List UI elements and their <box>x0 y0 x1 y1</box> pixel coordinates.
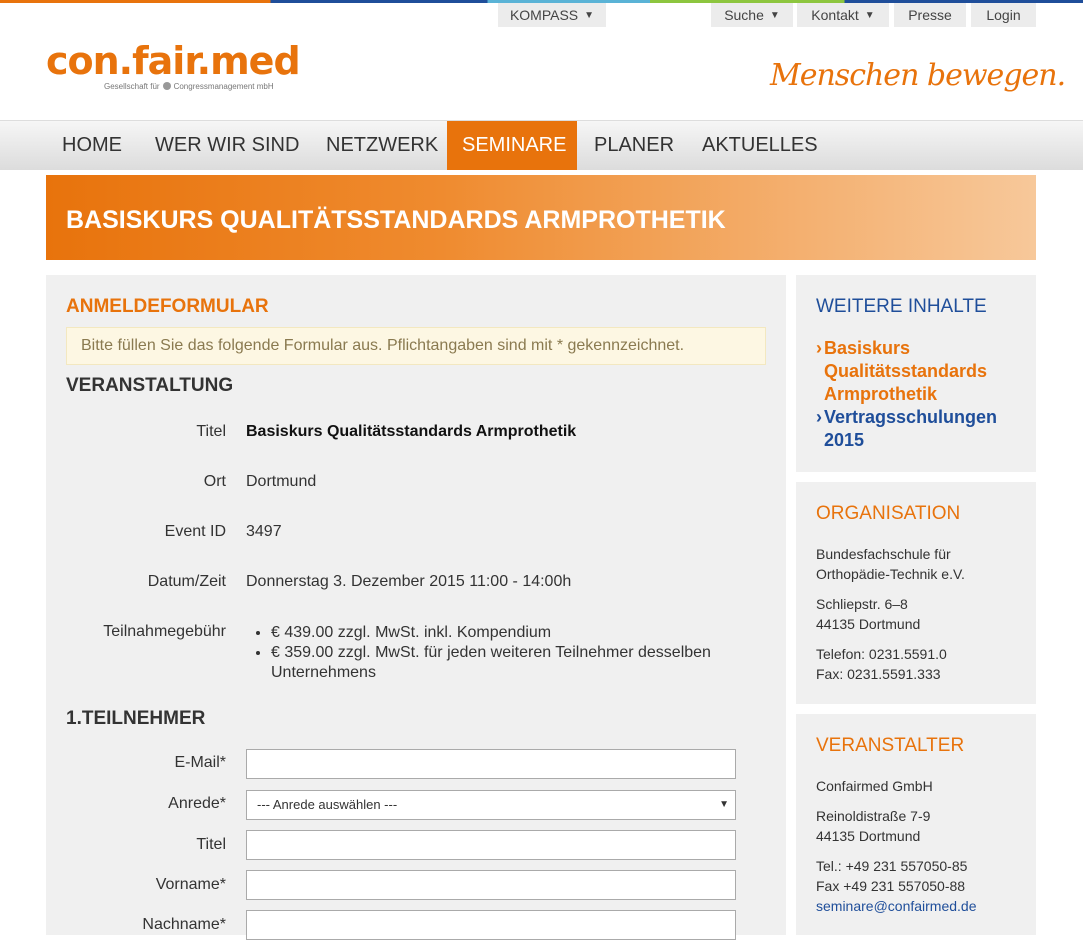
titel-label: Titel <box>196 836 226 853</box>
form-heading: ANMELDEFORMULAR <box>66 296 269 317</box>
fee-item: € 359.00 zzgl. MwSt. für jeden weiteren … <box>271 643 751 683</box>
event-title-label: Titel <box>196 423 226 440</box>
veranstalter-address: Reinoldistraße 7-9 44135 Dortmund <box>816 808 931 844</box>
kontakt-dropdown[interactable]: Kontakt ▼ <box>797 3 889 27</box>
sidebar-link-basiskurs[interactable]: › Basiskurs Qualitätsstandards Armprothe… <box>816 337 987 406</box>
sidebar-organisation: ORGANISATION Bundesfachschule für Orthop… <box>796 482 1036 704</box>
sidebar-veranstalter: VERANSTALTER Confairmed GmbH Reinoldistr… <box>796 714 1036 935</box>
email-field[interactable] <box>246 749 736 779</box>
nav-aktuelles[interactable]: AKTUELLES <box>687 121 833 170</box>
anrede-label: Anrede* <box>168 795 226 812</box>
veranstalter-name: Confairmed GmbH <box>816 778 933 794</box>
anrede-select[interactable]: --- Anrede auswählen --- ▼ <box>246 790 736 820</box>
nav-home[interactable]: HOME <box>47 121 137 170</box>
main-nav: HOME WER WIR SIND NETZWERK SEMINARE PLAN… <box>0 120 1083 170</box>
organisation-heading: ORGANISATION <box>816 503 961 524</box>
suche-dropdown[interactable]: Suche ▼ <box>711 3 793 27</box>
anrede-selected-value: --- Anrede auswählen --- <box>257 797 398 812</box>
nav-netzwerk[interactable]: NETZWERK <box>311 121 453 170</box>
email-label: E-Mail* <box>174 754 226 771</box>
event-datetime-value: Donnerstag 3. Dezember 2015 11:00 - 14:0… <box>246 573 572 590</box>
event-heading: VERANSTALTUNG <box>66 375 234 396</box>
kontakt-label: Kontakt <box>811 7 859 23</box>
participant-heading: 1.TEILNEHMER <box>66 708 206 729</box>
chevron-down-icon: ▼ <box>719 799 729 810</box>
slogan: Menschen bewegen. <box>770 58 1066 93</box>
event-id-label: Event ID <box>164 523 226 540</box>
fee-item: € 439.00 zzgl. MwSt. inkl. Kompendium <box>271 623 751 643</box>
event-id-value: 3497 <box>246 523 282 540</box>
presse-link[interactable]: Presse <box>894 3 966 27</box>
chevron-right-icon: › <box>816 407 822 427</box>
page-title: BASISKURS QUALITÄTSSTANDARDS ARMPROTHETI… <box>66 206 726 234</box>
nachname-field[interactable] <box>246 910 736 940</box>
organisation-address: Schliepstr. 6–8 44135 Dortmund <box>816 596 921 632</box>
dot-icon <box>162 82 171 90</box>
nav-planer[interactable]: PLANER <box>579 121 689 170</box>
chevron-right-icon: › <box>816 338 822 358</box>
logo-tagline: Gesellschaft für Congressmanagement mbH <box>104 82 274 91</box>
veranstalter-email-link[interactable]: seminare@confairmed.de <box>816 896 977 916</box>
login-link[interactable]: Login <box>971 3 1036 27</box>
logo[interactable]: con.fair.med Gesellschaft für Congressman… <box>46 39 301 91</box>
chevron-down-icon: ▼ <box>864 9 875 21</box>
page-banner: BASISKURS QUALITÄTSSTANDARDS ARMPROTHETI… <box>46 175 1036 260</box>
sidebar-link-vertragsschulungen[interactable]: › Vertragsschulungen 2015 <box>816 406 997 452</box>
organisation-name: Bundesfachschule für Orthopädie-Technik … <box>816 546 965 582</box>
veranstalter-heading: VERANSTALTER <box>816 735 965 756</box>
titel-field[interactable] <box>246 830 736 860</box>
nav-seminare[interactable]: SEMINARE <box>447 121 577 170</box>
fee-list: € 439.00 zzgl. MwSt. inkl. Kompendium € … <box>246 623 751 683</box>
event-location-value: Dortmund <box>246 473 317 490</box>
event-fee-label: Teilnahmegebühr <box>103 623 226 640</box>
chevron-down-icon: ▼ <box>769 9 780 21</box>
sidebar-weitere-inhalte: WEITERE INHALTE › Basiskurs Qualitätssta… <box>796 275 1036 472</box>
form-notice: Bitte füllen Sie das folgende Formular a… <box>66 327 766 365</box>
nav-wer-wir-sind[interactable]: WER WIR SIND <box>140 121 314 170</box>
vorname-label: Vorname* <box>155 876 226 893</box>
chevron-down-icon: ▼ <box>584 9 595 21</box>
suche-label: Suche <box>724 7 764 23</box>
organisation-contact: Telefon: 0231.5591.0 Fax: 0231.5591.333 <box>816 646 947 682</box>
kompass-label: KOMPASS <box>509 7 579 23</box>
registration-form: ANMELDEFORMULAR Bitte füllen Sie das fol… <box>46 275 786 940</box>
logo-tagline-left: Gesellschaft für <box>104 82 160 91</box>
vorname-field[interactable] <box>246 870 736 900</box>
kompass-dropdown[interactable]: KOMPASS ▼ <box>498 3 606 27</box>
weitere-heading: WEITERE INHALTE <box>816 296 987 317</box>
logo-text: con.fair.med <box>46 39 301 83</box>
event-location-label: Ort <box>203 473 226 490</box>
logo-tagline-right: Congressmanagement mbH <box>173 82 274 91</box>
event-title-value: Basiskurs Qualitätsstandards Armprotheti… <box>246 423 577 440</box>
event-datetime-label: Datum/Zeit <box>147 573 226 590</box>
veranstalter-contact: Tel.: +49 231 557050-85 Fax +49 231 5570… <box>816 858 977 916</box>
nachname-label: Nachname* <box>142 916 226 933</box>
